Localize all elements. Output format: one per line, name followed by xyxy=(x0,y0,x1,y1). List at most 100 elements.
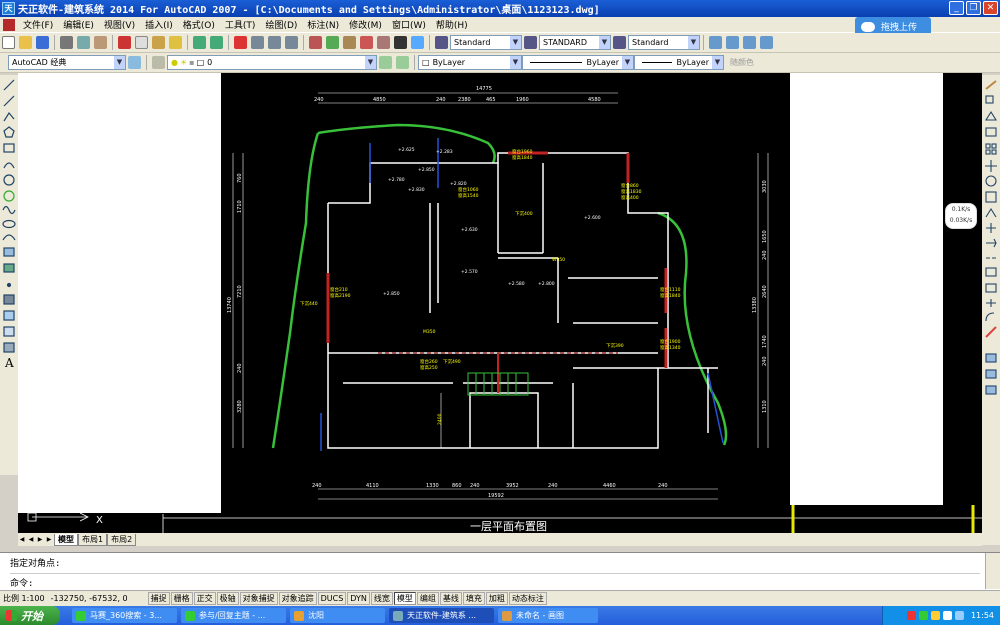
layer-select[interactable]: ● ☀ ▪ □ 0 ▼ xyxy=(167,55,377,70)
cut-icon[interactable] xyxy=(118,36,131,49)
extend-icon[interactable] xyxy=(986,238,997,248)
line-icon[interactable] xyxy=(3,79,15,91)
design-center-icon[interactable] xyxy=(326,36,339,49)
menu-view[interactable]: 视图(V) xyxy=(99,18,140,31)
bring-front-icon[interactable] xyxy=(985,369,997,379)
scale-icon[interactable] xyxy=(985,191,997,203)
chevron-down-icon[interactable]: ▼ xyxy=(599,36,610,49)
volume-icon[interactable] xyxy=(942,611,952,620)
menu-insert[interactable]: 插入(I) xyxy=(140,18,178,31)
command-scrollbar[interactable] xyxy=(985,553,1000,589)
rectangle-icon[interactable] xyxy=(3,143,15,153)
dynamic-dim-toggle[interactable]: 动态标注 xyxy=(508,592,547,605)
polygon-icon[interactable] xyxy=(3,126,15,138)
tray-app-icon[interactable] xyxy=(930,611,940,620)
baseline-toggle[interactable]: 基线 xyxy=(439,592,462,605)
revcloud-icon[interactable] xyxy=(3,190,15,202)
tab-model[interactable]: 模型 xyxy=(54,533,78,546)
sheet-set-icon[interactable] xyxy=(360,36,373,49)
zoom-window-icon[interactable] xyxy=(268,36,281,49)
taskbar-item[interactable]: 参与/回复主题 - ... xyxy=(181,608,286,623)
first-tab-icon[interactable]: ◀ xyxy=(18,535,26,544)
publish-icon[interactable] xyxy=(94,36,107,49)
open-file-icon[interactable] xyxy=(19,36,32,49)
table-style-select[interactable]: Standard ▼ xyxy=(628,35,700,50)
scale-readout[interactable]: 比例 1:100 xyxy=(0,593,48,604)
chevron-down-icon[interactable]: ▼ xyxy=(510,36,521,49)
viewport-single-icon[interactable] xyxy=(709,36,722,49)
zoom-realtime-icon[interactable] xyxy=(251,36,264,49)
break-icon[interactable] xyxy=(985,267,997,277)
menu-help[interactable]: 帮助(H) xyxy=(431,18,473,31)
menu-file[interactable]: 文件(F) xyxy=(18,18,58,31)
title-bar[interactable]: 天 天正软件-建筑系统 2014 For AutoCAD 2007 - [C:\… xyxy=(0,0,1000,17)
region-icon[interactable] xyxy=(3,326,15,337)
ellipse-arc-icon[interactable] xyxy=(2,234,16,241)
workspace-select[interactable]: AutoCAD 经典 ▼ xyxy=(8,55,126,70)
dim-style-select[interactable]: STANDARD ▼ xyxy=(539,35,611,50)
trim-icon[interactable] xyxy=(986,223,996,233)
tray-app-icon[interactable] xyxy=(906,611,916,620)
help-icon[interactable] xyxy=(411,36,424,49)
bold-toggle[interactable]: 加粗 xyxy=(485,592,508,605)
properties-icon[interactable] xyxy=(309,36,322,49)
stretch-icon[interactable] xyxy=(985,207,997,218)
match-properties-icon[interactable] xyxy=(169,36,182,49)
menu-edit[interactable]: 编辑(E) xyxy=(58,18,99,31)
dim-style-icon[interactable] xyxy=(524,36,537,49)
menu-window[interactable]: 窗口(W) xyxy=(387,18,431,31)
viewport-polygon-icon[interactable] xyxy=(743,36,756,49)
lineweight-toggle[interactable]: 线宽 xyxy=(370,592,393,605)
markup-icon[interactable] xyxy=(377,36,390,49)
drawing-canvas[interactable]: 一层平面布置图 X 14775 240 4850 240 2380 465 1960 4580… xyxy=(18,73,982,534)
offset-icon[interactable] xyxy=(985,127,997,137)
circle-icon[interactable] xyxy=(3,174,15,186)
save-icon[interactable] xyxy=(36,36,49,49)
taskbar-item[interactable]: 未命名 - 画图 xyxy=(498,608,598,623)
network-icon[interactable] xyxy=(954,611,964,620)
workspace-settings-icon[interactable] xyxy=(128,56,141,69)
ellipse-icon[interactable] xyxy=(2,219,16,229)
chamfer-icon[interactable] xyxy=(986,299,996,307)
point-icon[interactable] xyxy=(6,282,12,288)
otrack-toggle[interactable]: 对象追踪 xyxy=(278,592,317,605)
grid-toggle[interactable]: 栅格 xyxy=(170,592,193,605)
zoom-previous-icon[interactable] xyxy=(285,36,298,49)
polar-toggle[interactable]: 极轴 xyxy=(216,592,239,605)
chevron-down-icon[interactable]: ▼ xyxy=(712,56,723,69)
make-current-layer-icon[interactable] xyxy=(379,56,392,69)
linetype-select[interactable]: ByLayer ▼ xyxy=(522,55,634,70)
tz-app-icon[interactable]: 天 xyxy=(2,2,15,15)
color-select[interactable]: □ ByLayer ▼ xyxy=(418,55,522,70)
taskbar-item-active[interactable]: 天正软件-建筑系 ... xyxy=(389,608,494,623)
make-block-icon[interactable] xyxy=(3,263,15,273)
menu-draw[interactable]: 绘图(D) xyxy=(260,18,302,31)
start-button[interactable]: 开始 xyxy=(0,606,60,625)
command-input[interactable]: 命令: xyxy=(10,573,980,589)
explode-icon[interactable] xyxy=(985,326,997,338)
preview-icon[interactable] xyxy=(77,36,90,49)
pan-icon[interactable] xyxy=(234,36,247,49)
paste-icon[interactable] xyxy=(152,36,165,49)
erase-icon[interactable] xyxy=(985,80,997,90)
fill-toggle[interactable]: 填充 xyxy=(462,592,485,605)
plotstyle-select[interactable]: 随颜色 xyxy=(730,57,754,68)
tool-palettes-icon[interactable] xyxy=(343,36,356,49)
snap-toggle[interactable]: 捕捉 xyxy=(147,592,170,605)
chevron-down-icon[interactable]: ▼ xyxy=(510,56,521,69)
menu-format[interactable]: 格式(O) xyxy=(178,18,220,31)
hatch-icon[interactable] xyxy=(3,294,15,305)
taskbar-item[interactable]: 沈阳 xyxy=(290,608,385,623)
arc-icon[interactable] xyxy=(3,162,15,169)
close-button[interactable]: ✕ xyxy=(983,1,998,15)
viewport-icon[interactable] xyxy=(726,36,739,49)
document-icon[interactable] xyxy=(3,18,15,31)
table-icon[interactable] xyxy=(3,342,15,353)
move-icon[interactable] xyxy=(985,160,997,172)
array-icon[interactable] xyxy=(985,143,997,155)
text-style-select[interactable]: Standard ▼ xyxy=(450,35,522,50)
tab-layout2[interactable]: 布局2 xyxy=(107,533,137,546)
rotate-icon[interactable] xyxy=(985,175,997,187)
gradient-icon[interactable] xyxy=(3,310,15,321)
mtext-icon[interactable]: A xyxy=(4,356,14,370)
